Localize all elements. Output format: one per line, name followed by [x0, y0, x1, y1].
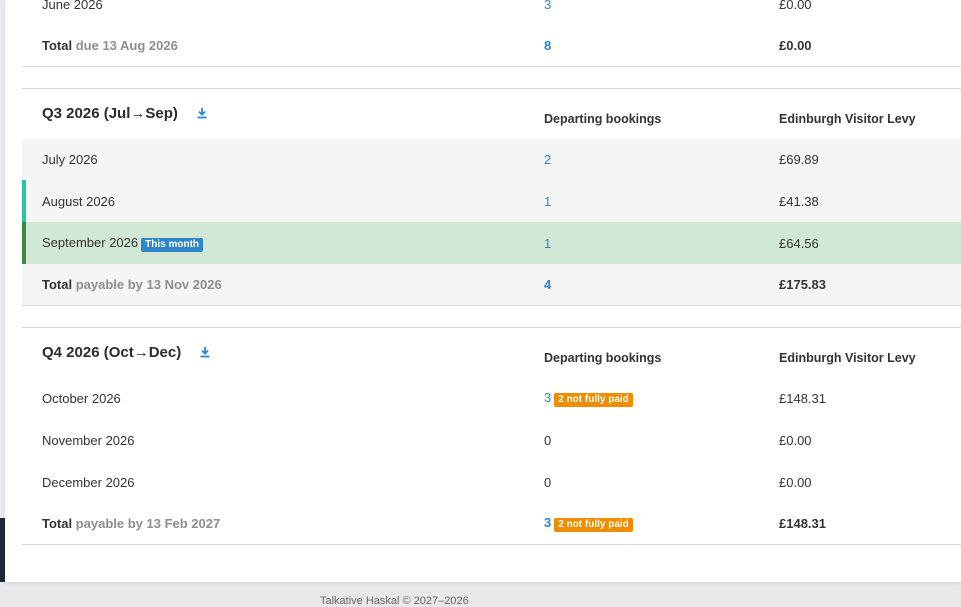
total-bookings-link[interactable]: 4 [544, 277, 551, 292]
total-bookings-link[interactable]: 3 [544, 515, 551, 530]
month-label: October 2026 [42, 391, 121, 406]
total-bookings-link[interactable]: 8 [544, 38, 551, 53]
section-title: Q4 2026 (Oct→Dec) [42, 344, 182, 361]
download-icon[interactable] [199, 346, 211, 358]
bookings-link[interactable]: 3 [544, 390, 551, 405]
column-header-levy: Edinburgh Visitor Levy [779, 112, 916, 126]
total-label: Total [42, 277, 73, 292]
q3-header: Q3 2026 (Jul→Sep) Departing bookings Edi… [22, 88, 961, 139]
bookings-count: 0 [544, 432, 552, 448]
month-label: November 2026 [42, 432, 135, 448]
table-row: November 2026 0 £0.00 [22, 419, 961, 461]
levy-amount: £69.89 [779, 152, 819, 167]
month-label: December 2026 [42, 474, 135, 490]
levy-amount: £148.31 [779, 391, 826, 406]
table-row: July 2026 2 £69.89 [22, 139, 961, 180]
due-date: due 13 Aug 2026 [75, 38, 178, 53]
section-title: Q3 2026 (Jul→Sep) [42, 105, 178, 122]
month-label: July 2026 [42, 152, 98, 167]
month-label: August 2026 [42, 193, 116, 209]
bookings-link[interactable]: 1 [544, 194, 551, 209]
not-fully-paid-badge: 2 not fully paid [554, 393, 633, 407]
bookings-count: 0 [544, 474, 552, 490]
q4-total-row: Total payable by 13 Feb 2027 32 not full… [22, 503, 961, 545]
levy-report-card: June 2026 3 £0.00 Total due 13 Aug 2026 … [5, 0, 961, 582]
q3-total-row: Total payable by 13 Nov 2026 4 £175.83 [22, 264, 961, 306]
total-levy: £0.00 [779, 38, 812, 53]
bookings-link[interactable]: 3 [544, 0, 551, 12]
this-month-badge: This month [141, 237, 204, 252]
bookings-link[interactable]: 2 [544, 152, 551, 167]
due-date: payable by 13 Nov 2026 [75, 277, 222, 292]
download-icon[interactable] [196, 107, 208, 119]
total-levy: £148.31 [779, 516, 826, 531]
levy-amount: £0.00 [779, 474, 812, 490]
levy-amount: £0.00 [779, 432, 812, 448]
levy-amount: £0.00 [779, 0, 812, 12]
footer-copyright: Talkative Haskal © 2027–2026 [320, 595, 469, 607]
bookings-link[interactable]: 1 [544, 236, 551, 251]
table-row: August 2026 1 £41.38 [22, 180, 961, 222]
current-month-row: September 2026 This month 1 £64.56 [22, 222, 961, 264]
column-header-bookings: Departing bookings [544, 112, 662, 126]
q4-header: Q4 2026 (Oct→Dec) Departing bookings Edi… [22, 327, 961, 378]
table-row: June 2026 3 £0.00 [22, 0, 961, 25]
table-row: October 2026 32 not fully paid £148.31 [22, 378, 961, 419]
total-label: Total [42, 38, 73, 53]
column-header-levy: Edinburgh Visitor Levy [779, 351, 916, 365]
not-fully-paid-badge: 2 not fully paid [554, 518, 633, 532]
total-levy: £175.83 [779, 277, 826, 292]
levy-amount: £41.38 [779, 193, 819, 209]
total-label: Total [42, 516, 73, 531]
month-label: June 2026 [42, 0, 103, 12]
column-header-bookings: Departing bookings [544, 351, 662, 365]
levy-amount: £64.56 [779, 235, 819, 251]
month-label: September 2026 [42, 234, 139, 250]
due-date: payable by 13 Feb 2027 [75, 516, 221, 531]
table-row: December 2026 0 £0.00 [22, 461, 961, 503]
q2-total-row: Total due 13 Aug 2026 8 £0.00 [22, 25, 961, 67]
